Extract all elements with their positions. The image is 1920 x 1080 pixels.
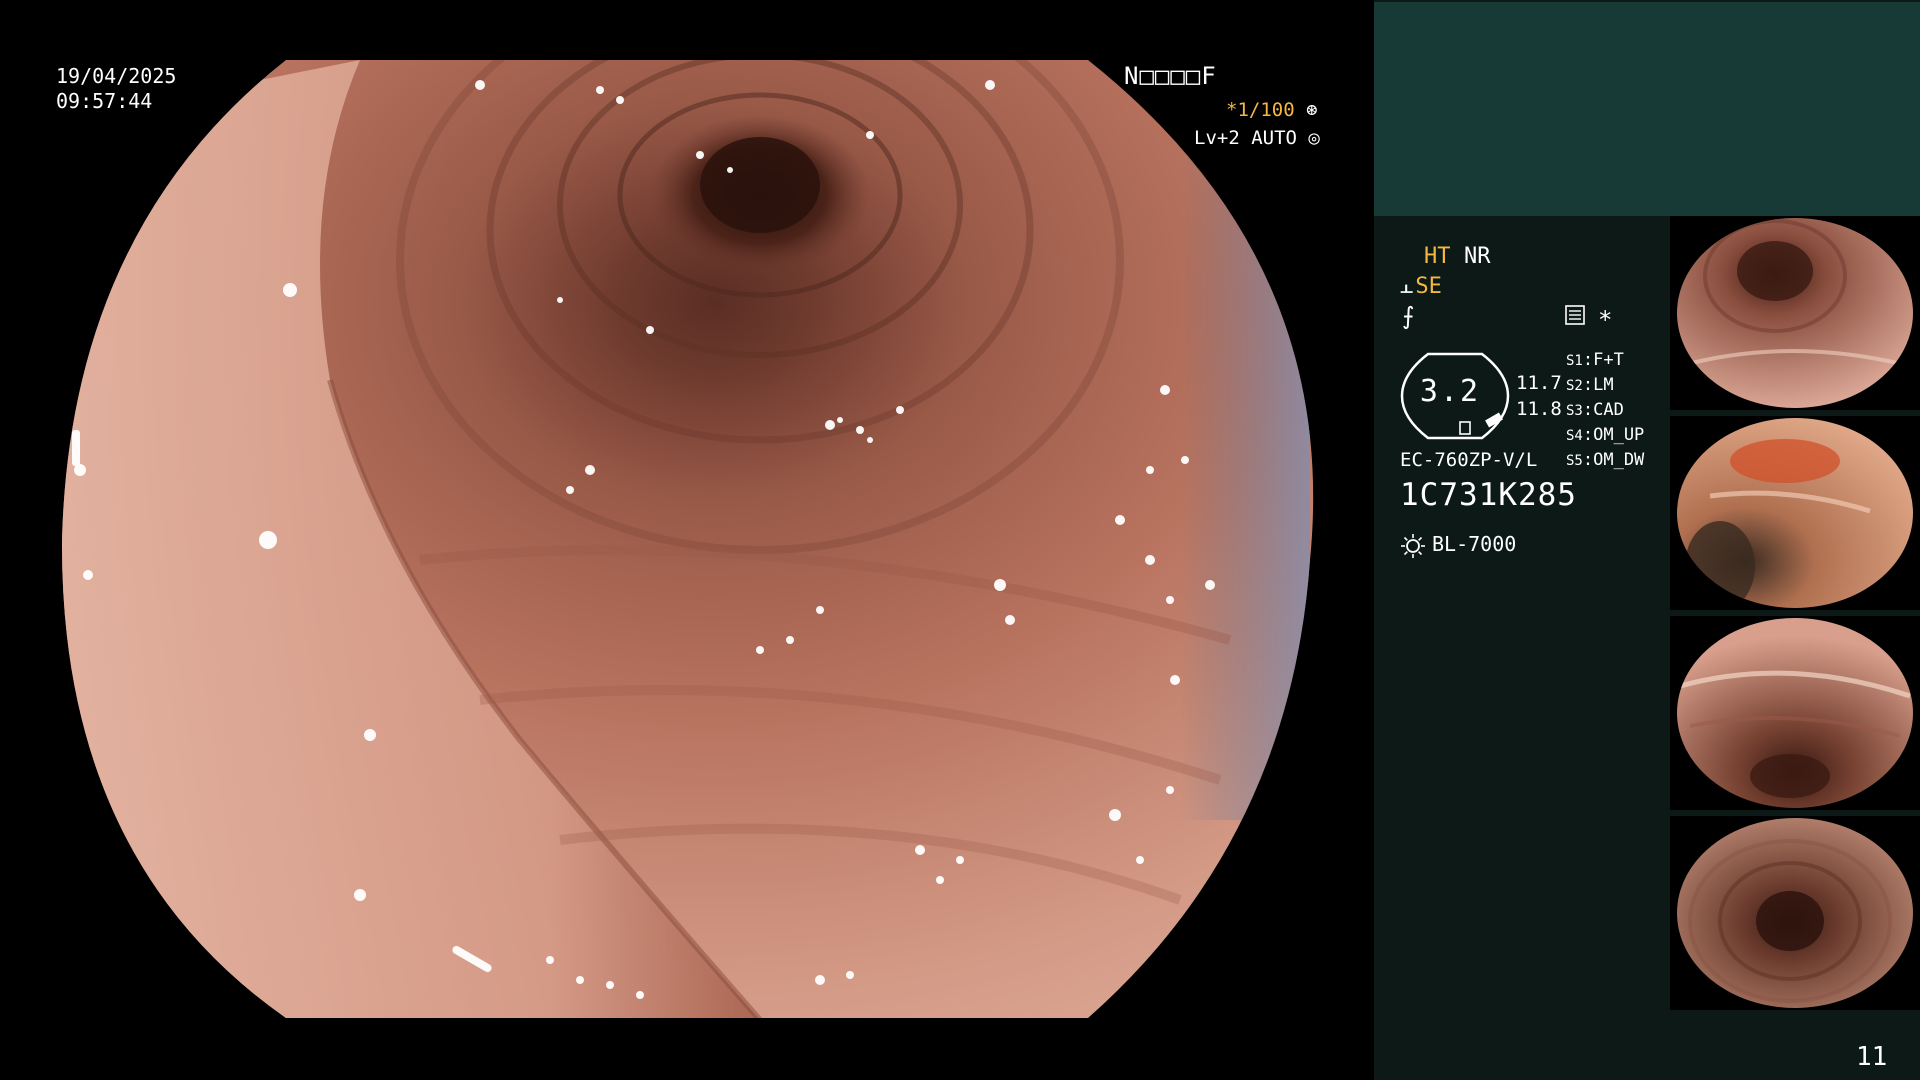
- switch-s1: S1:F+T: [1566, 350, 1624, 370]
- enhancement-icon: ⫠: [1400, 274, 1414, 299]
- light-source-name: BL-7000: [1432, 532, 1517, 556]
- thumbnail-2[interactable]: [1670, 416, 1920, 610]
- aperture-icon: ⊛: [1306, 99, 1318, 121]
- light-bulb-icon: [1401, 533, 1425, 558]
- thumbnail-image: [1670, 816, 1920, 1010]
- thumbnail-3[interactable]: [1670, 616, 1920, 810]
- endoscope-main-view: 19/04/2025 09:57:44 N□□□□F *1/100 ⊛ Lv+2…: [0, 0, 1374, 1080]
- panel-header-area: [1374, 2, 1920, 216]
- light-source: BL-7000: [1400, 532, 1516, 559]
- page-number: 11: [1856, 1042, 1888, 1072]
- thumbnail-1[interactable]: [1670, 216, 1920, 410]
- thumbnail-4[interactable]: [1670, 816, 1920, 1010]
- edge-icon: ⨍: [1402, 302, 1415, 330]
- switch-s4: S4:OM_UP: [1566, 425, 1645, 445]
- shutter-speed-value: *1/100: [1226, 99, 1295, 121]
- memo-icon: [1565, 305, 1585, 325]
- endoscopy-image: [61, 60, 1314, 1018]
- se-label: SE: [1415, 274, 1442, 299]
- iris-icon: ◎: [1308, 127, 1320, 149]
- switch-s3: S3:CAD: [1566, 400, 1624, 420]
- brightness-level: Lv+2 AUTO ◎: [1194, 127, 1320, 149]
- thumbnail-image: [1670, 416, 1920, 610]
- asterisk-indicator: *: [1598, 306, 1613, 334]
- scope-serial: 1C731K285: [1400, 477, 1577, 513]
- thumbnail-image: [1670, 616, 1920, 810]
- structure-enhancement: ⫠SE: [1400, 274, 1442, 299]
- ht-label: HT: [1424, 244, 1451, 269]
- scope-model: EC-760ZP-V/L: [1400, 449, 1538, 471]
- nr-label: NR: [1464, 244, 1491, 269]
- switch-s5: S5:OM_DW: [1566, 450, 1645, 470]
- time-label: 09:57:44: [56, 89, 153, 113]
- switch-s2: S2:LM: [1566, 375, 1614, 395]
- value-top: 11.7: [1516, 372, 1562, 394]
- patient-id: N□□□□F: [1124, 62, 1217, 90]
- thumbnail-image: [1670, 216, 1920, 410]
- brightness-value: Lv+2 AUTO: [1194, 127, 1297, 149]
- value-bottom: 11.8: [1516, 398, 1562, 420]
- shutter-speed: *1/100 ⊛: [1226, 99, 1318, 121]
- zoom-value: 3.2: [1419, 374, 1481, 409]
- date-label: 19/04/2025: [56, 64, 177, 88]
